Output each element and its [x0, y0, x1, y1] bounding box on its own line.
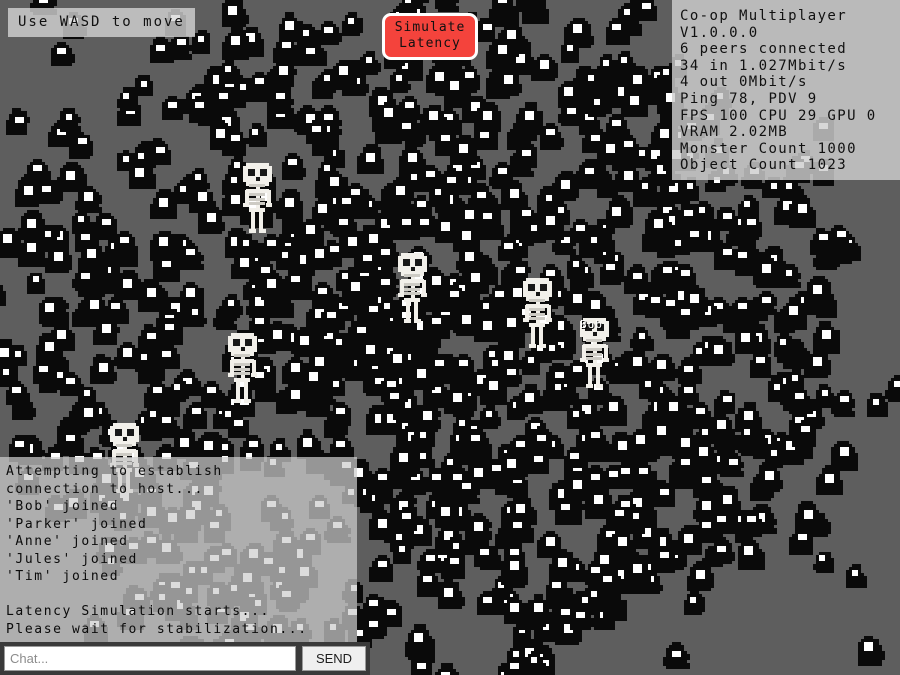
hud-object-count: Object Count 1023 [680, 157, 848, 174]
chat-log-line: 'Anne' joined [6, 534, 129, 549]
chat-log-line: 'Parker' joined [6, 516, 148, 532]
hud-monster-count: Monster Count 1000 [680, 140, 857, 157]
game-screen: Bob Use WASD to move Simulate Latency Co… [0, 0, 900, 675]
chat-log-line: 'Tim' joined [6, 569, 120, 584]
chat-log-line: 'Bob' joined [6, 499, 120, 514]
simulate-latency-label-line1: Simulate [394, 20, 466, 35]
simulate-latency-button[interactable]: Simulate Latency [382, 13, 478, 60]
chat-input[interactable] [4, 646, 296, 671]
chat-log-line: connection to host... [6, 481, 204, 497]
chat-send-button[interactable]: SEND [302, 646, 366, 671]
hud-bandwidth-in: 34 in 1.027Mbit/s [680, 57, 848, 74]
chat-input-bar: SEND [0, 642, 370, 675]
movement-hint-text: Use WASD to move [18, 14, 185, 30]
hud-version: V1.0.0.0 [680, 24, 759, 41]
hud-performance: FPS 100 CPU 29 GPU 0 [680, 107, 877, 124]
chat-log-line: Latency Simulation starts... [6, 604, 270, 619]
hud-ping: Ping 78, PDV 9 [680, 90, 818, 107]
chat-log-line: Please wait for stabilization... [6, 621, 308, 637]
hud-bandwidth-out: 4 out 0Mbit/s [680, 74, 808, 91]
hud-peers-connected: 6 peers connected [680, 41, 848, 58]
chat-log-line [6, 586, 353, 604]
network-stats-hud: Co-op Multiplayer V1.0.0.0 6 peers conne… [672, 0, 900, 180]
chat-log-line: Attempting to establish [6, 464, 223, 479]
chat-log-line: 'Jules' joined [6, 551, 138, 567]
simulate-latency-label-line2: Latency [399, 36, 461, 51]
chat-log-panel: Attempting to establish connection to hos… [0, 457, 357, 642]
hud-vram: VRAM 2.02MB [680, 124, 789, 141]
movement-hint-box: Use WASD to move [8, 8, 195, 37]
hud-title: Co-op Multiplayer [680, 8, 848, 24]
